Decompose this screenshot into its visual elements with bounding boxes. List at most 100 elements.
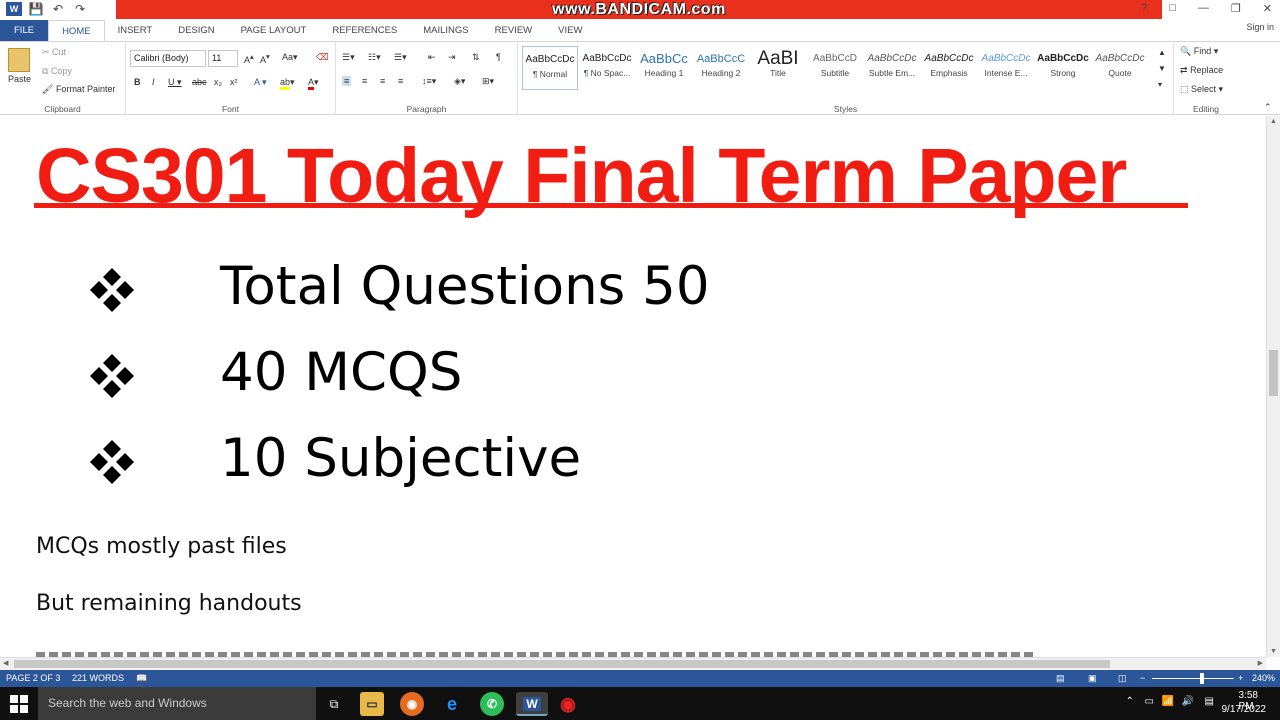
style-heading-2[interactable]: AaBbCcC Heading 2 xyxy=(693,46,749,90)
bandicam-icon[interactable]: ◉ xyxy=(556,692,580,716)
show-hidden-icons[interactable]: ⌃ xyxy=(1126,696,1134,707)
tab-review[interactable]: REVIEW xyxy=(482,20,545,41)
scroll-left-icon[interactable]: ◀ xyxy=(3,659,8,667)
page-count[interactable]: PAGE 2 OF 3 xyxy=(6,670,60,687)
style-intense-emphasis[interactable]: AaBbCcDc Intense E... xyxy=(978,46,1034,90)
italic-button[interactable]: I xyxy=(152,77,155,87)
tab-insert[interactable]: INSERT xyxy=(105,20,166,41)
firefox-icon[interactable]: ◉ xyxy=(400,692,424,716)
tab-file[interactable]: FILE xyxy=(0,20,49,41)
superscript-button[interactable]: x² xyxy=(230,77,238,87)
clear-formatting-icon[interactable]: ⌫ xyxy=(316,52,329,63)
strikethrough-button[interactable]: abc xyxy=(192,77,207,87)
highlight-button[interactable]: ab▾ xyxy=(280,77,295,90)
style-normal[interactable]: AaBbCcDc ¶ Normal xyxy=(522,46,578,90)
redo-icon[interactable]: ↷ xyxy=(72,2,88,16)
sort-button[interactable]: ⇅ xyxy=(472,52,480,63)
collapse-ribbon-icon[interactable]: ⌃ xyxy=(1264,102,1272,113)
tab-page-layout[interactable]: PAGE LAYOUT xyxy=(228,20,320,41)
font-size-select[interactable]: 11 xyxy=(208,50,238,67)
change-case-button[interactable]: Aa▾ xyxy=(282,52,298,63)
style-title[interactable]: AaBI Title xyxy=(750,46,806,90)
save-icon[interactable]: 💾 xyxy=(28,2,44,16)
align-left-button[interactable]: ≡ xyxy=(342,76,352,86)
scroll-down-icon[interactable]: ▼ xyxy=(1270,648,1277,655)
document-page[interactable]: CS301 Today Final Term Paper Total Quest… xyxy=(0,116,1266,657)
style-strong[interactable]: AaBbCcDc Strong xyxy=(1035,46,1091,90)
shading-button[interactable]: ◈▾ xyxy=(454,76,465,87)
style-quote[interactable]: AaBbCcDc Quote xyxy=(1092,46,1148,90)
style-subtitle[interactable]: AaBbCcD Subtitle xyxy=(807,46,863,90)
tab-design[interactable]: DESIGN xyxy=(165,20,227,41)
horizontal-scroll-thumb[interactable] xyxy=(14,660,1110,668)
read-mode-icon[interactable]: ▤ xyxy=(1056,670,1065,687)
vertical-scroll-thumb[interactable] xyxy=(1269,350,1278,396)
decrease-indent-button[interactable]: ⇤ xyxy=(428,52,436,63)
subscript-button[interactable]: x₂ xyxy=(214,77,222,87)
tab-references[interactable]: REFERENCES xyxy=(319,20,410,41)
tab-view[interactable]: VIEW xyxy=(545,20,595,41)
cut-button[interactable]: ✂ Cut xyxy=(42,47,66,58)
numbering-button[interactable]: ☷▾ xyxy=(368,52,381,63)
network-icon[interactable]: 📶 xyxy=(1162,696,1174,707)
tab-home[interactable]: HOME xyxy=(48,20,105,41)
bullets-button[interactable]: ☰▾ xyxy=(342,52,355,63)
windows-start-icon[interactable] xyxy=(10,695,28,713)
whatsapp-icon[interactable]: ✆ xyxy=(480,692,504,716)
battery-icon[interactable]: ▭ xyxy=(1145,696,1154,707)
horizontal-scrollbar[interactable]: ◀ ▶ xyxy=(0,657,1266,670)
web-layout-icon[interactable]: ◫ xyxy=(1118,670,1127,687)
align-center-button[interactable]: ≡ xyxy=(362,76,367,86)
style-heading-1[interactable]: AaBbCc Heading 1 xyxy=(636,46,692,90)
replace-button[interactable]: ⇄ Replace xyxy=(1180,65,1223,76)
text-effects-button[interactable]: A ▾ xyxy=(254,77,267,88)
style-no-spacing[interactable]: AaBbCcDc ¶ No Spac... xyxy=(579,46,635,90)
action-center-icon[interactable]: ▤ xyxy=(1205,696,1214,707)
minimize-button[interactable]: — xyxy=(1198,2,1209,15)
restore-button[interactable]: ❐ xyxy=(1231,2,1241,15)
increase-indent-button[interactable]: ⇥ xyxy=(448,52,456,63)
styles-scroll-up-icon[interactable]: ▲ xyxy=(1158,48,1166,57)
proofing-icon[interactable]: 📖 xyxy=(136,670,147,687)
show-marks-button[interactable]: ¶ xyxy=(496,52,501,62)
vertical-scrollbar[interactable]: ▲ ▼ xyxy=(1266,116,1280,657)
scroll-up-icon[interactable]: ▲ xyxy=(1270,118,1277,125)
scroll-right-icon[interactable]: ▶ xyxy=(1258,659,1263,667)
ribbon-display-button[interactable]: □ xyxy=(1169,2,1176,15)
zoom-level[interactable]: 240% xyxy=(1252,670,1275,687)
styles-more-icon[interactable]: ▾ xyxy=(1158,80,1162,89)
shrink-font-button[interactable]: A▾ xyxy=(260,52,270,65)
grow-font-button[interactable]: A▴ xyxy=(244,52,254,65)
paste-button[interactable]: Paste xyxy=(8,74,31,84)
print-layout-icon[interactable]: ▣ xyxy=(1088,670,1097,687)
clock-date[interactable]: 9/17/2022 xyxy=(1222,704,1267,715)
task-view-icon[interactable]: ⧉ xyxy=(322,692,346,716)
borders-button[interactable]: ⊞▾ xyxy=(482,76,494,87)
zoom-out-icon[interactable]: − xyxy=(1140,670,1145,687)
paste-icon[interactable] xyxy=(8,48,30,72)
font-color-button[interactable]: A▾ xyxy=(308,77,319,90)
word-taskbar-icon[interactable]: W xyxy=(516,692,548,716)
bold-button[interactable]: B xyxy=(134,77,141,87)
styles-scroll-down-icon[interactable]: ▼ xyxy=(1158,64,1166,73)
file-explorer-icon[interactable]: ▭ xyxy=(360,692,384,716)
font-name-select[interactable]: Calibri (Body) xyxy=(130,50,206,67)
word-count[interactable]: 221 WORDS xyxy=(72,670,124,687)
style-subtle-emphasis[interactable]: AaBbCcDc Subtle Em... xyxy=(864,46,920,90)
undo-icon[interactable]: ↶ xyxy=(50,2,66,16)
zoom-slider[interactable] xyxy=(1152,673,1234,684)
zoom-slider-thumb[interactable] xyxy=(1200,673,1204,684)
edge-icon[interactable]: e xyxy=(440,692,464,716)
close-button[interactable]: ✕ xyxy=(1263,2,1272,15)
volume-icon[interactable]: 🔊 xyxy=(1182,696,1194,707)
format-painter-button[interactable]: 🖌 Format Painter xyxy=(42,84,115,95)
select-button[interactable]: ⬚ Select ▾ xyxy=(1180,84,1223,95)
help-button[interactable]: ? xyxy=(1141,2,1147,15)
justify-button[interactable]: ≡ xyxy=(398,76,403,86)
sign-in-link[interactable]: Sign in xyxy=(1246,22,1274,32)
line-spacing-button[interactable]: ↕≡▾ xyxy=(422,76,436,87)
align-right-button[interactable]: ≡ xyxy=(380,76,385,86)
taskbar-search-box[interactable]: Search the web and Windows xyxy=(38,687,316,720)
tab-mailings[interactable]: MAILINGS xyxy=(410,20,481,41)
zoom-in-icon[interactable]: + xyxy=(1238,670,1243,687)
